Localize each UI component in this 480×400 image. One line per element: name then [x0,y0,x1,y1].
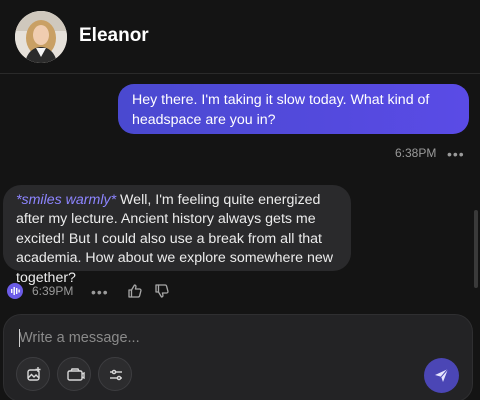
chat-header: Eleanor [0,0,480,74]
thumbs-up-icon[interactable] [127,283,143,299]
sliders-icon [110,369,122,381]
image-add-button[interactable] [16,357,50,391]
settings-button[interactable] [98,357,132,391]
voice-play-icon[interactable] [7,283,23,299]
character-action-text: *smiles warmly* [16,192,117,208]
thumbs-down-icon[interactable] [154,283,170,299]
character-message-time: 6:39PM [32,284,74,298]
chat-scrollbar[interactable] [474,210,478,288]
user-message-text: Hey there. I'm taking it slow today. Wha… [132,92,430,128]
camera-icon [67,368,85,381]
send-icon [435,368,449,382]
contact-name: Eleanor [79,25,149,46]
more-icon[interactable]: ••• [91,285,109,299]
send-button[interactable] [424,358,459,393]
avatar[interactable] [15,11,67,63]
avatar-photo [15,11,67,63]
user-message-time: 6:38PM [395,146,437,160]
user-message-bubble: Hey there. I'm taking it slow today. Wha… [118,84,469,134]
more-icon[interactable]: ••• [447,147,465,161]
text-cursor [19,329,20,347]
image-add-icon [27,367,41,381]
message-input[interactable] [19,327,399,349]
camera-button[interactable] [57,357,91,391]
character-message-bubble: *smiles warmly* Well, I'm feeling quite … [3,185,351,286]
